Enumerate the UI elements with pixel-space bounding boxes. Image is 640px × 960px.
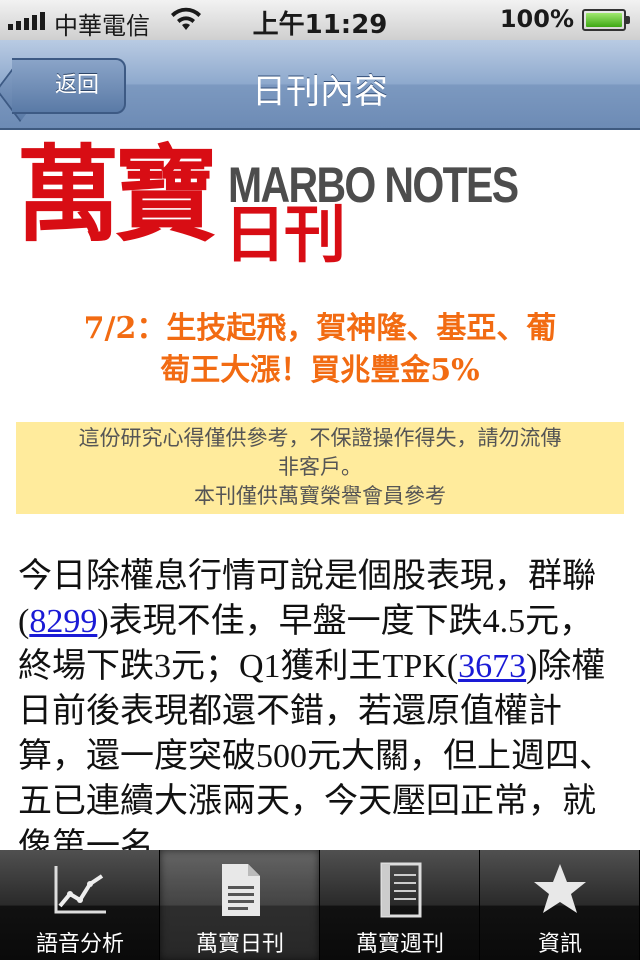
notice-line-3: 本刊僅供萬寶榮譽會員參考 <box>194 484 446 508</box>
stock-link-8299[interactable]: 8299 <box>29 603 97 640</box>
page-title: 日刊內容 <box>252 72 388 112</box>
tab-daily-journal[interactable]: 萬寶日刊 <box>160 850 320 960</box>
disclaimer-notice: 這份研究心得僅供參考，不保證操作得失，請勿流傳 非客戶。 本刊僅供萬寶榮譽會員參… <box>16 422 624 514</box>
tab-label: 語音分析 <box>35 932 124 957</box>
tab-information[interactable]: 資訊 <box>480 850 640 960</box>
stock-link-3673[interactable]: 3673 <box>458 648 526 685</box>
article-body: 今日除權息行情可說是個股表現，群聯(8299)表現不佳，早盤一度下跌4.5元，終… <box>18 554 618 850</box>
notebook-icon <box>380 862 422 918</box>
chart-icon <box>54 866 106 914</box>
back-button-label: 返回 <box>12 58 126 114</box>
headline-line-1: 7/2：生技起飛，賀神隆、基亞、葡 <box>83 311 557 346</box>
headline-line-2: 萄王大漲！買兆豐金5% <box>160 353 480 388</box>
logo-sub-text: 日刊 <box>224 198 346 271</box>
tab-voice-analysis[interactable]: 語音分析 <box>0 850 160 960</box>
navigation-bar: 返回 日刊內容 <box>0 40 640 130</box>
tab-label: 資訊 <box>537 932 582 957</box>
tab-label: 萬寶日刊 <box>195 932 284 957</box>
status-bar: 中華電信 上午11:29 100% <box>0 0 640 40</box>
star-icon <box>534 864 586 913</box>
document-icon <box>222 864 260 916</box>
marbo-notes-logo: 萬寶 MARBO NOTES 日刊 <box>16 140 519 272</box>
tab-weekly-journal[interactable]: 萬寶週刊 <box>320 850 480 960</box>
battery-icon <box>582 9 630 31</box>
content-scroll-area[interactable]: 萬寶 MARBO NOTES 日刊 7/2：生技起飛，賀神隆、基亞、葡 萄王大漲… <box>0 132 640 850</box>
tab-label: 萬寶週刊 <box>355 932 444 957</box>
notice-line-2: 非客戶。 <box>278 455 362 479</box>
battery-percentage: 100% <box>499 5 574 33</box>
notice-line-1: 這份研究心得僅供參考，不保證操作得失，請勿流傳 <box>78 426 562 450</box>
tab-bar: 語音分析 萬寶日刊 萬寶週刊 資訊 <box>0 850 640 960</box>
article-headline: 7/2：生技起飛，賀神隆、基亞、葡 萄王大漲！買兆豐金5% <box>20 308 620 392</box>
logo-main-text: 萬寶 <box>16 133 218 256</box>
